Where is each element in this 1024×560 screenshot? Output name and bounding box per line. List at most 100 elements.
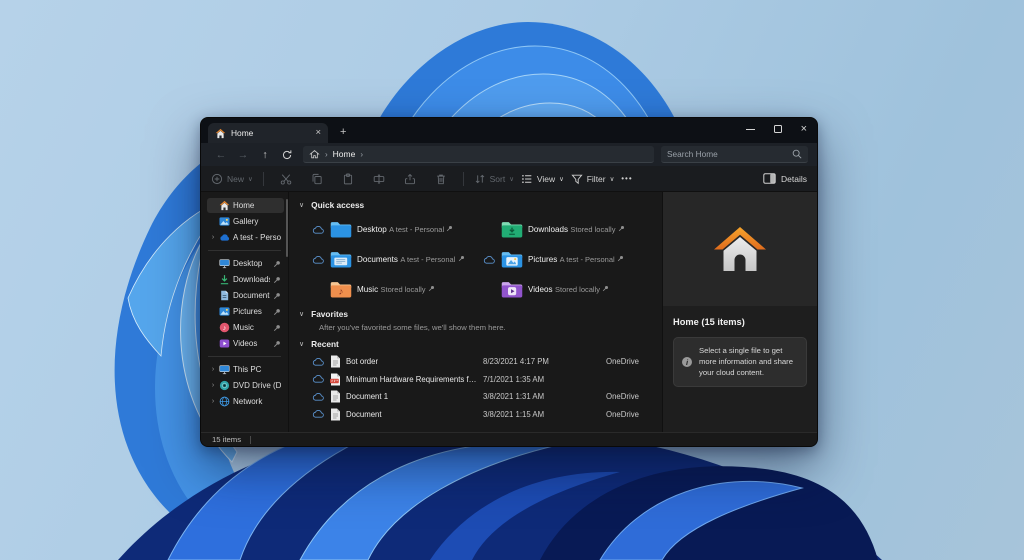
sidebar-item-videos[interactable]: Videos: [207, 336, 284, 351]
chevron-down-icon[interactable]: ∨: [299, 201, 304, 209]
cut-button[interactable]: [274, 173, 298, 185]
sidebar-item-this-pc[interactable]: › This PC: [207, 362, 284, 377]
paste-button[interactable]: [336, 173, 360, 185]
network-icon: [219, 396, 230, 407]
chevron-right-icon[interactable]: ›: [210, 234, 216, 241]
chevron-down-icon[interactable]: ∨: [299, 310, 304, 318]
rename-button[interactable]: [367, 173, 391, 185]
tab-home[interactable]: Home ×: [208, 123, 328, 143]
address-bar[interactable]: › Home ›: [303, 146, 654, 163]
chevron-right-icon[interactable]: ›: [210, 398, 216, 405]
pin-icon: [273, 308, 281, 316]
file-explorer-window: Home × + × ← → ↑ › Home ›: [200, 117, 818, 447]
copy-icon: [311, 173, 323, 185]
sidebar-item-documents[interactable]: Documents: [207, 288, 284, 303]
new-button[interactable]: New ∨: [211, 173, 253, 185]
details-pane: Home (15 items) i Select a single file t…: [662, 192, 817, 432]
rename-icon: [373, 173, 385, 185]
tab-close-icon[interactable]: ×: [315, 128, 321, 138]
file-row-document-1[interactable]: Document 1 3/8/2021 1:31 AM OneDrive: [312, 388, 654, 406]
copy-button[interactable]: [305, 173, 329, 185]
new-tab-button[interactable]: +: [340, 127, 346, 138]
section-favorites[interactable]: ∨ Favorites: [299, 307, 654, 321]
chevron-down-icon: ∨: [559, 176, 564, 183]
search-box[interactable]: [661, 146, 808, 163]
section-quick-access[interactable]: ∨ Quick access: [299, 198, 654, 212]
see-more-button[interactable]: •••: [621, 174, 632, 183]
sidebar-item-home[interactable]: Home: [207, 198, 284, 213]
chevron-right-icon[interactable]: ›: [360, 150, 363, 159]
tile-subtitle: A test - Personal: [389, 225, 444, 234]
new-icon: [211, 173, 223, 185]
file-row-document[interactable]: Document 3/8/2021 1:15 AM OneDrive: [312, 406, 654, 424]
file-row-bot-order[interactable]: Bot order 8/23/2021 4:17 PM OneDrive: [312, 353, 654, 371]
info-icon: i: [682, 357, 692, 367]
tile-downloads[interactable]: Downloads Stored locally: [483, 215, 654, 244]
paste-icon: [342, 173, 354, 185]
folder-icon-pictures: [500, 250, 524, 269]
close-button[interactable]: ×: [801, 124, 807, 135]
svg-text:♪: ♪: [223, 325, 226, 332]
chevron-right-icon[interactable]: ›: [210, 366, 216, 373]
window-content: Home Gallery › A test - Persona Desktop: [201, 192, 817, 432]
search-input[interactable]: [667, 149, 792, 159]
sort-icon: [474, 173, 486, 185]
back-button[interactable]: ←: [210, 149, 232, 161]
sidebar-item-downloads[interactable]: Downloads: [207, 272, 284, 287]
quick-access-grid: Desktop A test - Personal Downloads Stor…: [312, 215, 654, 304]
pin-icon: [602, 284, 609, 294]
status-divider: [250, 436, 251, 444]
tile-name: Downloads: [528, 225, 568, 234]
favorites-empty-text: After you've favorited some files, we'll…: [319, 323, 654, 332]
up-button[interactable]: ↑: [254, 149, 276, 161]
section-recent[interactable]: ∨ Recent: [299, 337, 654, 351]
delete-button[interactable]: [429, 173, 453, 185]
tile-videos[interactable]: Videos Stored locally: [483, 275, 654, 304]
sidebar-item-gallery[interactable]: Gallery: [207, 214, 284, 229]
share-button[interactable]: [398, 173, 422, 185]
breadcrumb-home-icon[interactable]: [309, 149, 320, 160]
view-button[interactable]: View ∨: [521, 173, 564, 185]
desktop-icon: [219, 258, 230, 269]
sidebar-item-network[interactable]: › Network: [207, 394, 284, 409]
file-location: OneDrive: [606, 392, 654, 401]
tile-desktop[interactable]: Desktop A test - Personal: [312, 215, 483, 244]
document-file-icon: [330, 408, 341, 421]
sidebar-item-desktop[interactable]: Desktop: [207, 256, 284, 271]
toolbar-separator: [463, 172, 464, 186]
sidebar-item-pictures[interactable]: Pictures: [207, 304, 284, 319]
chevron-down-icon[interactable]: ∨: [299, 340, 304, 348]
maximize-button[interactable]: [774, 125, 782, 133]
navigation-pane: Home Gallery › A test - Persona Desktop: [201, 192, 289, 432]
tile-music[interactable]: ♪ Music Stored locally: [312, 275, 483, 304]
sidebar-scrollbar[interactable]: [286, 199, 288, 257]
tile-name: Documents: [357, 255, 398, 264]
minimize-button[interactable]: [746, 129, 755, 130]
file-date: 7/1/2021 1:35 AM: [483, 375, 601, 384]
pictures-icon: [219, 306, 230, 317]
pin-icon: [273, 260, 281, 268]
breadcrumb-home[interactable]: Home: [333, 149, 356, 159]
sidebar-item-onedrive[interactable]: › A test - Persona: [207, 230, 284, 245]
filter-button[interactable]: Filter ∨: [571, 173, 615, 185]
caption-buttons: ×: [746, 122, 807, 136]
pin-icon: [273, 340, 281, 348]
pin-icon: [446, 224, 453, 234]
titlebar[interactable]: Home × + ×: [201, 118, 817, 143]
sidebar-item-music[interactable]: ♪ Music: [207, 320, 284, 335]
chevron-right-icon[interactable]: ›: [210, 382, 216, 389]
forward-button[interactable]: →: [232, 149, 254, 161]
tile-documents[interactable]: Documents A test - Personal: [312, 245, 483, 274]
cloud-status-icon: [483, 256, 496, 264]
sidebar-item-dvd-drive[interactable]: › DVD Drive (D:) C: [207, 378, 284, 393]
file-row-min-hw-reqs[interactable]: Minimum Hardware Requirements for Win...…: [312, 371, 654, 389]
share-icon: [404, 173, 416, 185]
sidebar-divider: [208, 356, 281, 357]
cut-icon: [280, 173, 292, 185]
refresh-button[interactable]: [276, 149, 298, 161]
tile-subtitle: A test - Personal: [560, 255, 615, 264]
sort-button[interactable]: Sort ∨: [474, 173, 514, 185]
tile-subtitle: Stored locally: [570, 225, 615, 234]
tile-pictures[interactable]: Pictures A test - Personal: [483, 245, 654, 274]
details-pane-button[interactable]: Details: [763, 173, 807, 184]
